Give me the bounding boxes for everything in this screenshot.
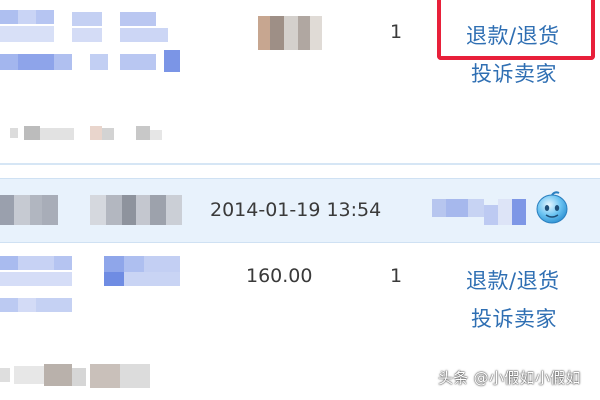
blurred-seller-name bbox=[432, 195, 526, 227]
quantity-cell: 1 bbox=[390, 265, 403, 287]
chat-bubble-icon[interactable] bbox=[533, 189, 571, 225]
highlight-annotation-box bbox=[437, 0, 595, 60]
order-header-bar: 2014-01-19 13:54 bbox=[0, 178, 600, 243]
refund-return-link[interactable]: 退款/退货 bbox=[466, 265, 560, 295]
blurred-price bbox=[258, 16, 322, 50]
quantity-cell: 1 bbox=[390, 21, 403, 43]
order-list-page: 1 退款/退货 投诉卖家 2014-01-19 13:54 160.00 1 退… bbox=[0, 0, 600, 400]
price-cell: 160.00 bbox=[246, 265, 313, 287]
order-time: 2014-01-19 13:54 bbox=[210, 199, 382, 221]
row-divider bbox=[0, 163, 600, 165]
blurred-product-attributes bbox=[0, 362, 160, 392]
complain-seller-link[interactable]: 投诉卖家 bbox=[471, 303, 557, 333]
blurred-order-number bbox=[0, 193, 190, 227]
blurred-product-title bbox=[0, 256, 190, 322]
blurred-product-attributes bbox=[10, 124, 170, 144]
complain-seller-link[interactable]: 投诉卖家 bbox=[471, 58, 557, 88]
watermark: 头条 @小假如小假如 bbox=[438, 369, 581, 387]
blurred-product-title bbox=[0, 10, 180, 80]
